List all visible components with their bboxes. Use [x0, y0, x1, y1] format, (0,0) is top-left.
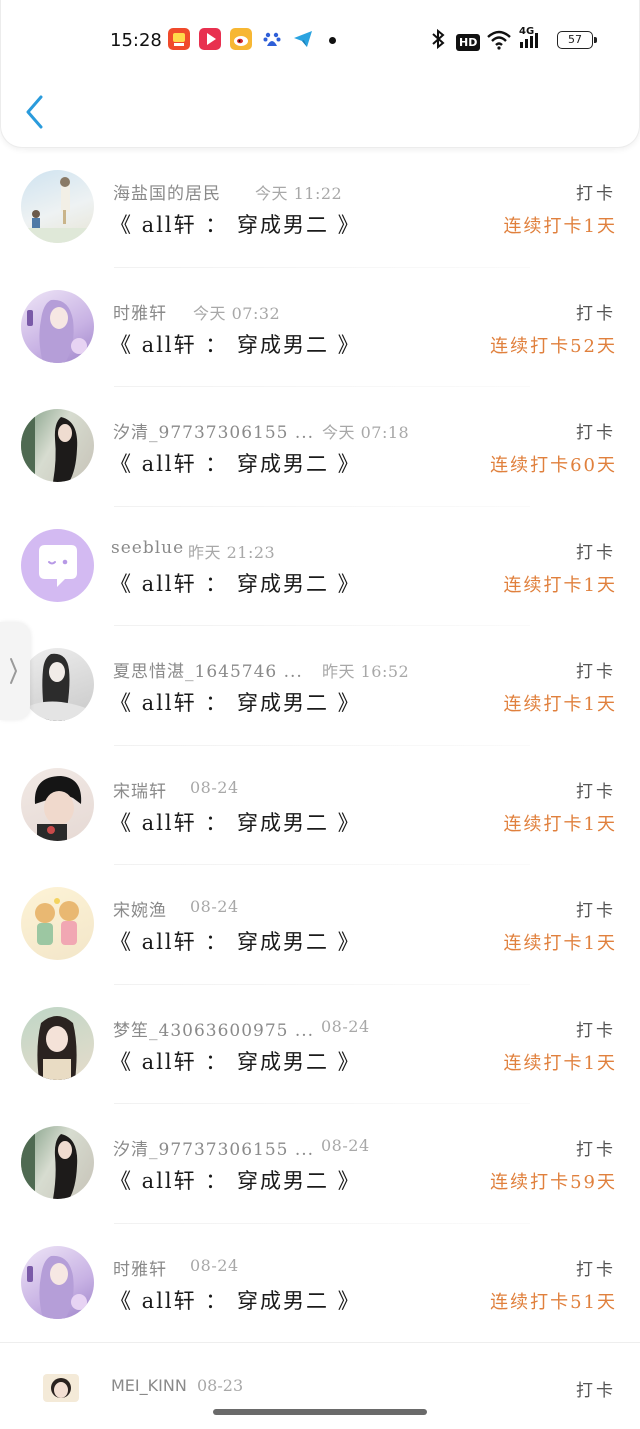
- streak-count: 连续打卡1天: [503, 1052, 617, 1074]
- list-item-partial[interactable]: MEI_KINN 08-23 打卡: [0, 1343, 640, 1429]
- checkin-label: 打卡: [576, 423, 616, 443]
- user-name[interactable]: 夏思惜湛_1645746 ...: [113, 657, 303, 682]
- book-title[interactable]: 《 all轩 ： 穿成男二 》: [110, 1165, 361, 1195]
- list-item[interactable]: 汐清_97737306155 ... 今天 07:18 《 all轩 ： 穿成男…: [0, 387, 640, 507]
- checkin-time: 08-23: [197, 1376, 244, 1395]
- avatar[interactable]: [43, 1374, 79, 1402]
- telegram-icon: [292, 28, 314, 50]
- book-title[interactable]: 《 all轩 ： 穿成男二 》: [110, 448, 361, 478]
- streak-count: 连续打卡52天: [490, 335, 617, 357]
- checkin-time: 今天 07:32: [193, 303, 281, 323]
- list-item[interactable]: 梦笙_43063600975 ... 08-24 《 all轩 ： 穿成男二 》…: [0, 985, 640, 1104]
- notification-dot: [329, 37, 336, 44]
- book-title[interactable]: 《 all轩 ： 穿成男二 》: [110, 687, 361, 717]
- checkin-label: 打卡: [576, 1020, 616, 1041]
- status-bar: 15:28 HD 4G 57: [1, 26, 640, 56]
- checkin-label: 打卡: [576, 662, 616, 682]
- checkin-label: 打卡: [576, 781, 616, 802]
- list-item[interactable]: 宋婉渔 08-24 《 all轩 ： 穿成男二 》 打卡 连续打卡1天: [0, 865, 640, 985]
- avatar[interactable]: [21, 887, 94, 960]
- chevron-left-icon: [26, 95, 43, 129]
- streak-count: 连续打卡1天: [503, 574, 617, 596]
- checkin-time: 昨天 16:52: [322, 662, 410, 681]
- book-title[interactable]: 《 all轩 ： 穿成男二 》: [110, 1046, 361, 1076]
- book-title[interactable]: 《 all轩 ： 穿成男二 》: [110, 926, 361, 956]
- checkin-time: 08-24: [190, 777, 239, 797]
- avatar[interactable]: [21, 170, 94, 243]
- avatar[interactable]: [21, 289, 94, 363]
- top-bar: 15:28 HD 4G 57: [0, 0, 640, 148]
- list-item[interactable]: 夏思惜湛_1645746 ... 昨天 16:52 《 all轩 ： 穿成男二 …: [0, 626, 640, 746]
- list-item[interactable]: 时雅轩 08-24 《 all轩 ： 穿成男二 》 打卡 连续打卡51天: [0, 1224, 640, 1344]
- checkin-time: 08-24: [190, 897, 239, 916]
- list-item[interactable]: seeblue 昨天 21:23 《 all轩 ： 穿成男二 》 打卡 连续打卡…: [0, 507, 640, 626]
- checkin-label: 打卡: [576, 901, 616, 921]
- avatar[interactable]: [21, 767, 94, 841]
- wifi-icon: [486, 26, 512, 56]
- checkin-time: 08-24: [190, 1255, 239, 1275]
- user-name[interactable]: 汐清_97737306155 ...: [113, 1135, 314, 1160]
- checkin-label: 打卡: [576, 1381, 616, 1401]
- bluetooth-icon: [430, 26, 446, 56]
- user-name[interactable]: MEI_KINN: [111, 1376, 187, 1395]
- checkin-time: 昨天 21:23: [188, 542, 276, 562]
- status-time: 15:28: [110, 30, 162, 51]
- side-drawer-handle[interactable]: [0, 622, 30, 720]
- avatar[interactable]: [21, 648, 94, 721]
- streak-count: 连续打卡1天: [503, 694, 617, 715]
- user-name[interactable]: 汐清_97737306155 ...: [113, 418, 314, 443]
- checkin-label: 打卡: [576, 542, 616, 563]
- list-item[interactable]: 汐清_97737306155 ... 08-24 《 all轩 ： 穿成男二 》…: [0, 1104, 640, 1224]
- checkin-label: 打卡: [576, 1259, 616, 1280]
- back-button[interactable]: [21, 92, 49, 132]
- user-name[interactable]: 宋婉渔: [113, 896, 167, 921]
- weibo-icon: [230, 28, 252, 50]
- book-title[interactable]: 《 all轩 ： 穿成男二 》: [110, 807, 361, 837]
- avatar[interactable]: [21, 528, 94, 602]
- video-player-icon: [199, 28, 221, 50]
- checkin-time: 今天 07:18: [322, 423, 410, 442]
- baidu-icon: [261, 28, 283, 50]
- list-item[interactable]: 时雅轩 今天 07:32 《 all轩 ： 穿成男二 》 打卡 连续打卡52天: [0, 268, 640, 387]
- streak-count: 连续打卡59天: [490, 1172, 617, 1193]
- avatar[interactable]: [21, 1006, 94, 1080]
- user-name[interactable]: 时雅轩: [113, 1255, 167, 1280]
- book-title[interactable]: 《 all轩 ： 穿成男二 》: [110, 1285, 361, 1315]
- book-title[interactable]: 《 all轩 ： 穿成男二 》: [110, 209, 361, 239]
- avatar[interactable]: [21, 1245, 94, 1319]
- user-name[interactable]: 海盐国的居民: [113, 179, 221, 204]
- checkin-label: 打卡: [576, 184, 616, 204]
- hd-badge: HD: [456, 31, 481, 61]
- checkin-label: 打卡: [576, 1140, 616, 1160]
- checkin-time: 08-24: [321, 1136, 370, 1155]
- book-title[interactable]: 《 all轩 ： 穿成男二 》: [110, 568, 361, 598]
- user-name[interactable]: 宋瑞轩: [113, 777, 167, 802]
- streak-count: 连续打卡1天: [503, 216, 617, 237]
- list-item[interactable]: 宋瑞轩 08-24 《 all轩 ： 穿成男二 》 打卡 连续打卡1天: [0, 746, 640, 865]
- checkin-time: 08-24: [321, 1016, 370, 1036]
- checkin-list: 海盐国的居民 今天 11:22 《 all轩 ： 穿成男二 》 打卡 连续打卡1…: [0, 148, 640, 1343]
- book-title[interactable]: 《 all轩 ： 穿成男二 》: [110, 329, 361, 359]
- streak-count: 连续打卡51天: [490, 1291, 617, 1313]
- streak-count: 连续打卡60天: [490, 455, 617, 476]
- streak-count: 连续打卡1天: [503, 933, 617, 954]
- checkin-label: 打卡: [576, 303, 616, 324]
- checkin-time: 今天 11:22: [255, 184, 343, 203]
- avatar[interactable]: [21, 1126, 94, 1199]
- home-indicator[interactable]: [213, 1409, 427, 1415]
- chat-bubble-icon: [39, 544, 77, 587]
- battery-indicator: 57: [557, 31, 597, 49]
- user-name[interactable]: 时雅轩: [113, 299, 167, 324]
- list-item[interactable]: 海盐国的居民 今天 11:22 《 all轩 ： 穿成男二 》 打卡 连续打卡1…: [0, 148, 640, 268]
- kuaikan-icon: [168, 28, 190, 50]
- chevron-right-icon: [10, 658, 17, 684]
- user-name[interactable]: 梦笙_43063600975 ...: [113, 1016, 314, 1041]
- avatar[interactable]: [21, 409, 94, 482]
- streak-count: 连续打卡1天: [503, 813, 617, 835]
- user-name[interactable]: seeblue: [111, 538, 184, 558]
